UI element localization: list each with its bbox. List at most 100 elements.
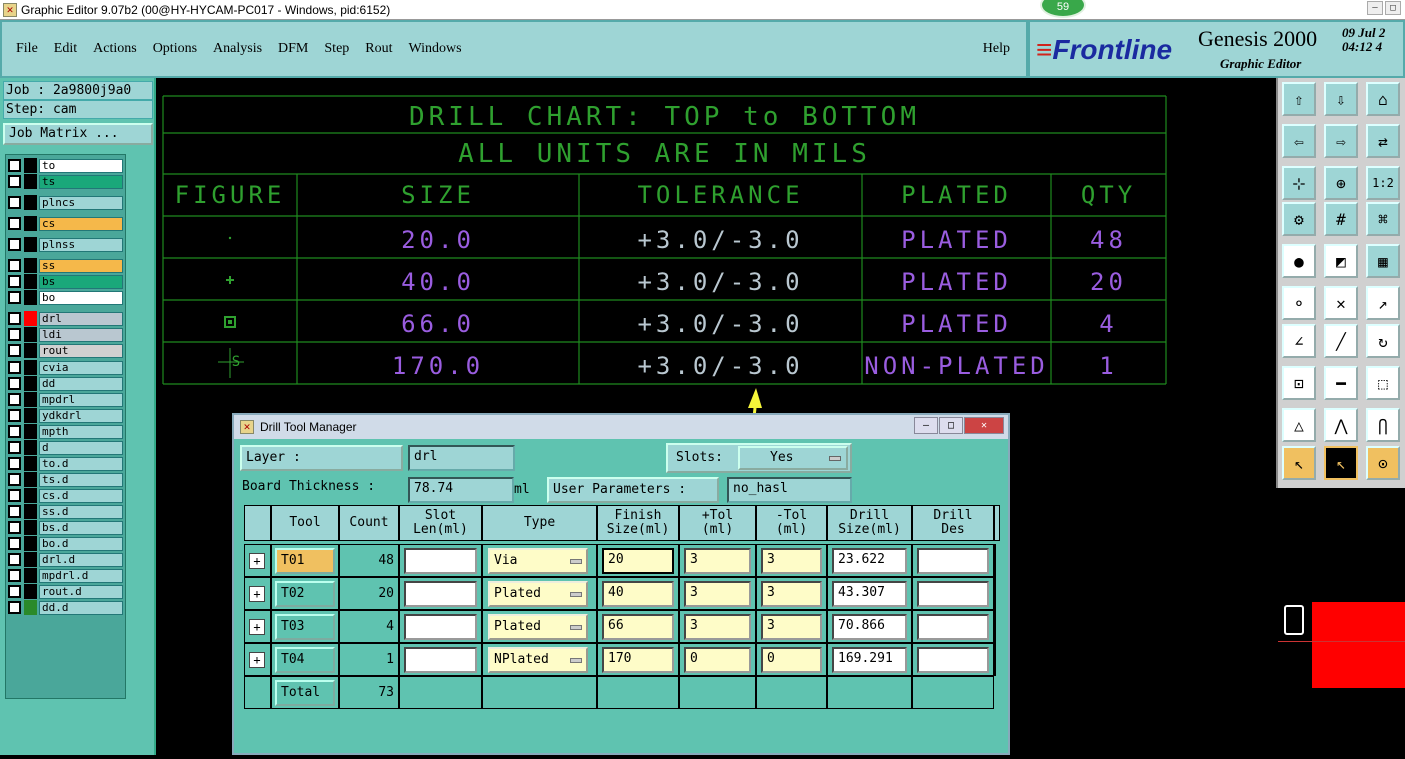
expand-row-icon[interactable]: +: [249, 553, 265, 569]
bar-icon[interactable]: ━: [1324, 366, 1358, 400]
move-left-icon[interactable]: ⇦: [1282, 124, 1316, 158]
layer-row-ts[interactable]: ts: [8, 174, 125, 189]
layer-checkbox[interactable]: [8, 569, 21, 582]
slots-dropdown[interactable]: Yes: [738, 446, 848, 470]
layer-checkbox[interactable]: [8, 217, 21, 230]
plus-tol-input[interactable]: 0: [684, 647, 751, 673]
menu-step[interactable]: Step: [324, 41, 349, 57]
finish-size-input[interactable]: 40: [602, 581, 674, 607]
minus-tol-input[interactable]: 3: [761, 614, 822, 640]
layer-checkbox[interactable]: [8, 328, 21, 341]
layer-row-mpth[interactable]: mpth: [8, 424, 125, 439]
minus-tol-input[interactable]: 0: [761, 647, 822, 673]
layer-row-plncs[interactable]: plncs: [8, 195, 125, 210]
move-up-icon[interactable]: ⇧: [1282, 82, 1316, 116]
drill-size-input[interactable]: 23.622: [832, 548, 907, 574]
tool-button[interactable]: T04: [275, 647, 335, 673]
layer-checkbox[interactable]: [8, 537, 21, 550]
slot-length-input[interactable]: [404, 581, 477, 607]
dialog-minimize-icon[interactable]: –: [914, 417, 938, 434]
layer-checkbox[interactable]: [8, 361, 21, 374]
layer-row-dd[interactable]: dd: [8, 376, 125, 391]
line-icon[interactable]: ╱: [1324, 324, 1358, 358]
plus-tol-input[interactable]: 3: [684, 614, 751, 640]
board-thickness-field[interactable]: 78.74: [408, 477, 514, 503]
layer-field[interactable]: drl: [408, 445, 515, 471]
layer-row-ldi[interactable]: ldi: [8, 327, 125, 342]
menu-edit[interactable]: Edit: [54, 41, 77, 57]
menu-rout[interactable]: Rout: [365, 41, 392, 57]
layer-row-cs[interactable]: cs: [8, 216, 125, 231]
layer-checkbox[interactable]: [8, 505, 21, 518]
dialog-close-icon[interactable]: ✕: [964, 417, 1004, 434]
tool-button[interactable]: T03: [275, 614, 335, 640]
layer-row-ss.d[interactable]: ss.d: [8, 504, 125, 519]
layer-checkbox[interactable]: [8, 393, 21, 406]
layer-checkbox[interactable]: [8, 425, 21, 438]
rotate-icon[interactable]: ↻: [1366, 324, 1400, 358]
layer-checkbox[interactable]: [8, 409, 21, 422]
layer-row-mpdrl.d[interactable]: mpdrl.d: [8, 568, 125, 583]
minus-tol-input[interactable]: 3: [761, 548, 822, 574]
expand-row-icon[interactable]: +: [249, 619, 265, 635]
layer-checkbox[interactable]: [8, 553, 21, 566]
layer-row-to[interactable]: to: [8, 158, 125, 173]
zoom-center-icon[interactable]: ⊕: [1324, 166, 1358, 200]
layer-row-drl.d[interactable]: drl.d: [8, 552, 125, 567]
drill-size-input[interactable]: 43.307: [832, 581, 907, 607]
layer-checkbox[interactable]: [8, 441, 21, 454]
layer-row-rout[interactable]: rout: [8, 343, 125, 358]
drill-des-input[interactable]: [917, 581, 989, 607]
zoom-fit-icon[interactable]: ⊹: [1282, 166, 1316, 200]
pad-icon[interactable]: ●: [1282, 244, 1316, 278]
layer-row-ydkdrl[interactable]: ydkdrl: [8, 408, 125, 423]
layer-checkbox[interactable]: [8, 238, 21, 251]
total-button[interactable]: Total: [275, 680, 335, 706]
layer-row-rout.d[interactable]: rout.d: [8, 584, 125, 599]
layer-checkbox[interactable]: [8, 601, 21, 614]
cross-icon[interactable]: ✕: [1324, 286, 1358, 320]
swap-icon[interactable]: ⇄: [1366, 124, 1400, 158]
expand-row-icon[interactable]: +: [249, 586, 265, 602]
layer-checkbox[interactable]: [8, 175, 21, 188]
layer-row-drl[interactable]: drl: [8, 311, 125, 326]
transform-icon[interactable]: ⊡: [1282, 366, 1316, 400]
menu-windows[interactable]: Windows: [409, 41, 462, 57]
tool-button[interactable]: T02: [275, 581, 335, 607]
type-dropdown[interactable]: Via: [488, 548, 588, 574]
minimize-icon[interactable]: –: [1367, 1, 1383, 15]
expand-row-icon[interactable]: +: [249, 652, 265, 668]
layer-checkbox[interactable]: [8, 521, 21, 534]
layer-checkbox[interactable]: [8, 457, 21, 470]
user-parameters-button[interactable]: User Parameters :: [547, 477, 719, 503]
layer-row-plnss[interactable]: plnss: [8, 237, 125, 252]
layer-row-bs[interactable]: bs: [8, 274, 125, 289]
timer-icon[interactable]: ⊙: [1366, 446, 1400, 480]
drill-des-input[interactable]: [917, 614, 989, 640]
layer-row-dd.d[interactable]: dd.d: [8, 600, 125, 615]
layer-checkbox[interactable]: [8, 585, 21, 598]
layer-checkbox[interactable]: [8, 344, 21, 357]
layer-row-ss[interactable]: ss: [8, 258, 125, 273]
nodes-icon[interactable]: ⚬: [1282, 286, 1316, 320]
layer-checkbox[interactable]: [8, 196, 21, 209]
curve-icon[interactable]: ⋂: [1366, 408, 1400, 442]
layer-checkbox[interactable]: [8, 473, 21, 486]
layer-row-to.d[interactable]: to.d: [8, 456, 125, 471]
shape-icon[interactable]: ◩: [1324, 244, 1358, 278]
layer-checkbox[interactable]: [8, 489, 21, 502]
drill-size-input[interactable]: 169.291: [832, 647, 907, 673]
layer-checkbox[interactable]: [8, 312, 21, 325]
plus-tol-input[interactable]: 3: [684, 548, 751, 574]
scale-icon[interactable]: 1:2: [1366, 166, 1400, 200]
layer-row-bs.d[interactable]: bs.d: [8, 520, 125, 535]
layer-checkbox[interactable]: [8, 259, 21, 272]
arc-icon[interactable]: ⋀: [1324, 408, 1358, 442]
finish-size-input[interactable]: 170: [602, 647, 674, 673]
layer-row-bo.d[interactable]: bo.d: [8, 536, 125, 551]
layer-checkbox[interactable]: [8, 275, 21, 288]
type-dropdown[interactable]: NPlated: [488, 647, 588, 673]
slot-length-input[interactable]: [404, 614, 477, 640]
layer-checkbox[interactable]: [8, 159, 21, 172]
measure-icon[interactable]: ▦: [1366, 244, 1400, 278]
